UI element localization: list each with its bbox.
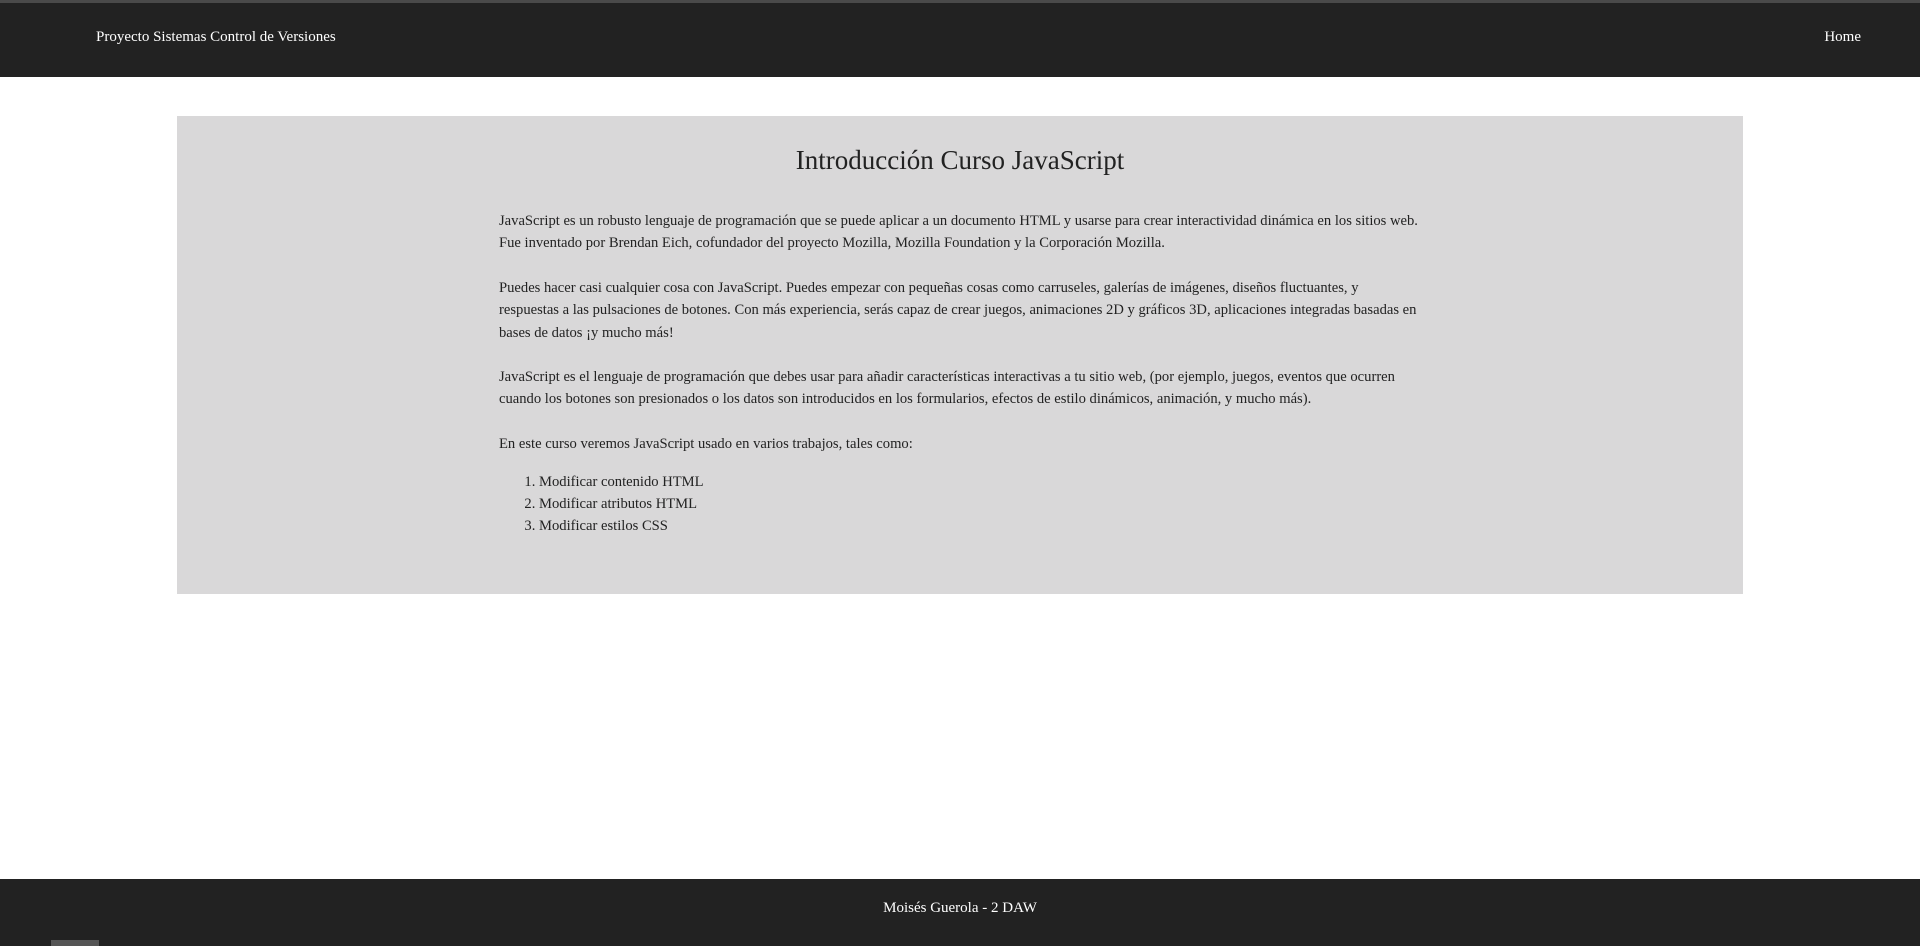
- list-item: Modificar contenido HTML: [539, 471, 1419, 493]
- footer-author: Moisés Guerola - 2 DAW: [883, 900, 1037, 916]
- corner-tab: [51, 940, 99, 946]
- topics-list: Modificar contenido HTML Modificar atrib…: [499, 471, 1419, 537]
- main-content-panel: Introducción Curso JavaScript JavaScript…: [177, 116, 1743, 594]
- home-link[interactable]: Home: [1824, 29, 1861, 46]
- list-item: Modificar estilos CSS: [539, 515, 1419, 537]
- brand-link[interactable]: Proyecto Sistemas Control de Versiones: [96, 29, 336, 46]
- page-title: Introducción Curso JavaScript: [795, 145, 1125, 175]
- navbar: Proyecto Sistemas Control de Versiones H…: [0, 3, 1920, 77]
- paragraph-course-topics: En este curso veremos JavaScript usado e…: [499, 435, 913, 452]
- paragraph-intro: JavaScript es un robusto lenguaje de pro…: [499, 213, 1418, 252]
- course-intro-text: JavaScript es un robusto lenguaje de pro…: [499, 210, 1419, 537]
- paragraph-purpose: JavaScript es el lenguaje de programació…: [499, 369, 1395, 408]
- list-item: Modificar atributos HTML: [539, 493, 1419, 515]
- footer: Moisés Guerola - 2 DAW: [0, 879, 1920, 946]
- paragraph-capabilities: Puedes hacer casi cualquier cosa con Jav…: [499, 279, 1417, 341]
